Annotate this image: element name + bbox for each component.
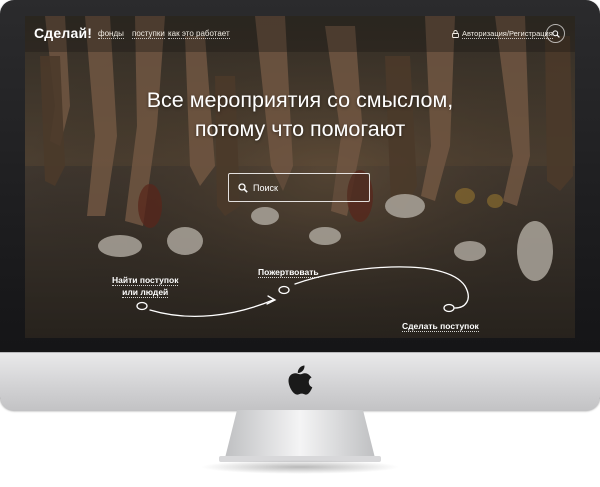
nav-link-deeds[interactable]: поступки [132,29,165,39]
nav-link-funds[interactable]: фонды [98,29,124,39]
step-find-deed[interactable]: Найти поступок или людей [112,274,179,298]
hero-search-input[interactable]: Поиск [228,173,370,202]
auth-link[interactable]: Авторизация/Регистрация [452,29,553,39]
apple-logo-icon [288,365,313,395]
nav-link-how-it-works[interactable]: как это работает [168,29,230,39]
website-screen: Сделай! фонды поступки как это работает … [25,16,575,338]
search-icon [238,182,248,193]
nav-search-button[interactable] [546,24,565,43]
hero-headline-line1: Все мероприятия со смыслом, [146,88,454,112]
hero-headline: Все мероприятия со смыслом, потому что п… [115,86,485,144]
stand-shadow [200,460,400,474]
auth-label: Авторизация/Регистрация [462,29,553,39]
step-do-deed-label: Сделать поступок [402,321,479,332]
search-placeholder: Поиск [253,182,278,193]
search-icon [551,29,560,38]
step-donate[interactable]: Пожертвовать [258,266,319,278]
lock-icon [452,30,459,38]
imac-monitor: Сделай! фонды поступки как это работает … [0,0,600,411]
hero-headline-line2: потому что помогают [194,117,406,141]
step-find-line2: или людей [122,287,169,298]
step-donate-label: Пожертвовать [258,267,319,278]
step-do-deed[interactable]: Сделать поступок [402,320,479,332]
site-logo[interactable]: Сделай! [34,25,92,41]
step-find-line1: Найти поступок [112,275,179,286]
top-navbar: Сделай! фонды поступки как это работает … [25,16,575,50]
